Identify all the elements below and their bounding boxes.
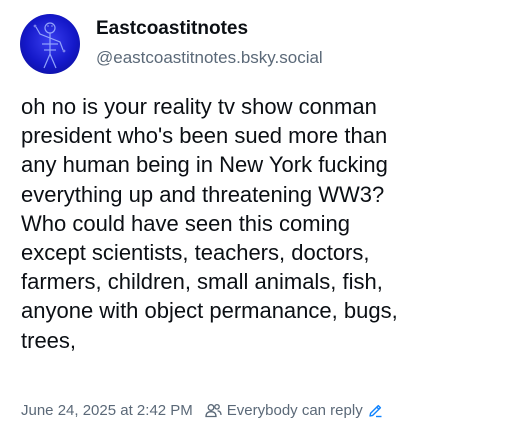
post-timestamp[interactable]: June 24, 2025 at 2:42 PM: [21, 402, 193, 419]
author-handle[interactable]: @eastcoastitnotes.bsky.social: [96, 48, 323, 68]
pencil-icon: [368, 403, 383, 418]
post-card: Eastcoastitnotes @eastcoastitnotes.bsky.…: [0, 0, 512, 431]
author-display-name[interactable]: Eastcoastitnotes: [96, 18, 248, 40]
post-text: oh no is your reality tv show conman pre…: [21, 94, 398, 353]
post-meta: June 24, 2025 at 2:42 PM Everybody can r…: [21, 400, 383, 420]
avatar[interactable]: [20, 14, 80, 74]
avatar-figure-icon: [33, 22, 66, 69]
reply-setting-button[interactable]: Everybody can reply: [205, 402, 383, 419]
people-icon: [205, 403, 222, 418]
reply-setting-label: Everybody can reply: [226, 401, 363, 419]
